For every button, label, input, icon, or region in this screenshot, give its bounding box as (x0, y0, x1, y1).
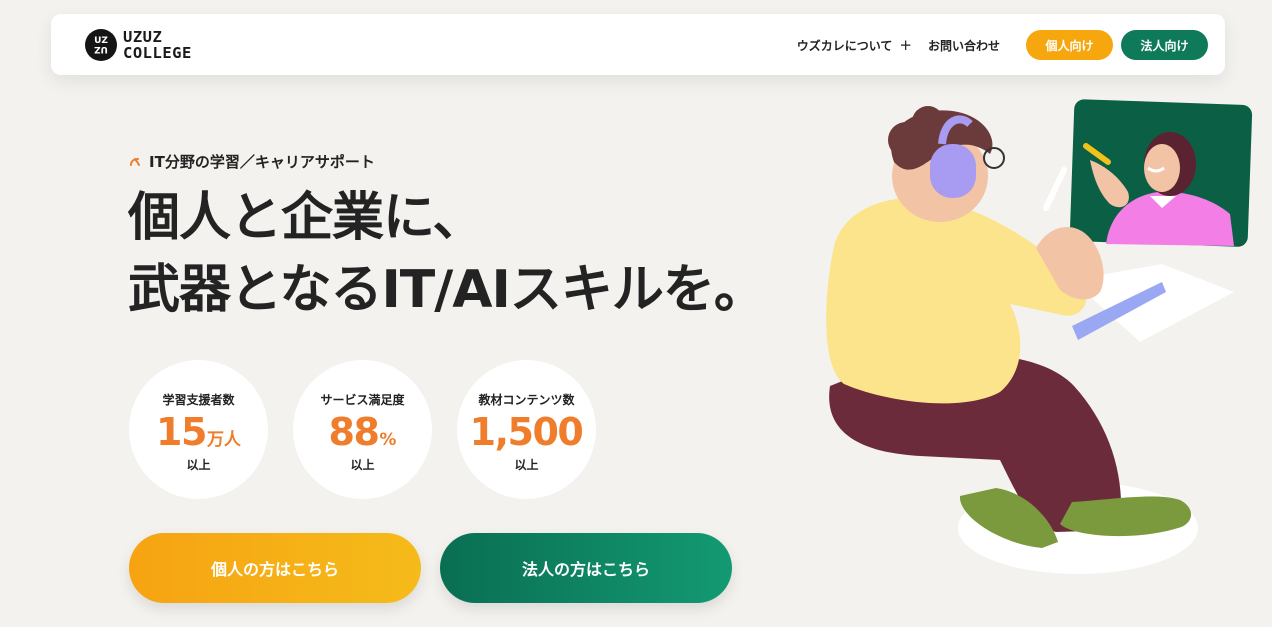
page: UZ UZ UZUZ COLLEGE ウズカレについて + お問い合わせ 個人向… (0, 0, 1272, 627)
nav-corporate-button[interactable]: 法人向け (1121, 30, 1208, 60)
stat-number: 1,500 (469, 409, 584, 454)
sprout-icon (130, 157, 140, 166)
nav-contact-label: お問い合わせ (927, 38, 1000, 53)
stat-label: 学習支援者数 (162, 392, 235, 407)
hero-headline: 個人と企業に、 武器となるIT/AIスキルを。 (128, 182, 766, 326)
cta-corporate-button[interactable]: 法人の方はこちら (440, 533, 732, 603)
logo-wordmark: UZUZ COLLEGE (123, 29, 192, 61)
logo-line-1: UZUZ (123, 28, 163, 46)
logo[interactable]: UZ UZ UZUZ COLLEGE (85, 27, 192, 63)
stat-contents: 教材コンテンツ数 1,500 以上 (457, 360, 596, 499)
svg-text:UZ: UZ (94, 44, 108, 54)
headphones-icon (930, 144, 976, 198)
nav-about[interactable]: ウズカレについて + (797, 37, 912, 54)
logo-line-2: COLLEGE (123, 44, 192, 62)
nav-personal-button[interactable]: 個人向け (1026, 30, 1113, 60)
site-header: UZ UZ UZUZ COLLEGE ウズカレについて + お問い合わせ 個人向… (51, 14, 1225, 75)
logo-mark-icon: UZ UZ (85, 29, 117, 61)
cta-personal-button[interactable]: 個人の方はこちら (129, 533, 421, 603)
stats-row: 学習支援者数 15 万人 以上 サービス満足度 88 % 以上 教材コンテンツ数… (129, 360, 621, 499)
stat-value: 1,500 (470, 410, 584, 454)
stat-label: サービス満足度 (320, 392, 405, 407)
stat-unit: 万人 (206, 429, 241, 450)
video-call-screen (1069, 99, 1253, 247)
hero-eyebrow-text: IT分野の学習／キャリアサポート (149, 153, 375, 171)
hero-headline-line-1: 個人と企業に、 (128, 188, 484, 248)
hero-eyebrow: IT分野の学習／キャリアサポート (129, 151, 375, 172)
stat-number: 88 (328, 409, 380, 454)
stat-value: 15 万人 (156, 410, 241, 454)
stat-label: 教材コンテンツ数 (478, 392, 575, 407)
plus-icon: + (899, 35, 912, 54)
hero-illustration (826, 99, 1253, 574)
stat-suffix: 以上 (350, 457, 375, 472)
stat-number: 15 (156, 409, 207, 454)
stat-unit: % (379, 429, 397, 450)
main-nav: ウズカレについて + お問い合わせ 個人向け 法人向け (797, 30, 1208, 60)
stat-suffix: 以上 (186, 457, 211, 472)
stat-learners: 学習支援者数 15 万人 以上 (129, 360, 268, 499)
stat-satisfaction: サービス満足度 88 % 以上 (293, 360, 432, 499)
hero-headline-line-2: 武器となるIT/AIスキルを。 (128, 260, 766, 320)
stat-value: 88 % (329, 410, 397, 454)
stat-suffix: 以上 (514, 457, 539, 472)
nav-contact[interactable]: お問い合わせ (928, 37, 1000, 54)
person-head (888, 106, 1005, 222)
nav-about-label: ウズカレについて (796, 38, 893, 53)
